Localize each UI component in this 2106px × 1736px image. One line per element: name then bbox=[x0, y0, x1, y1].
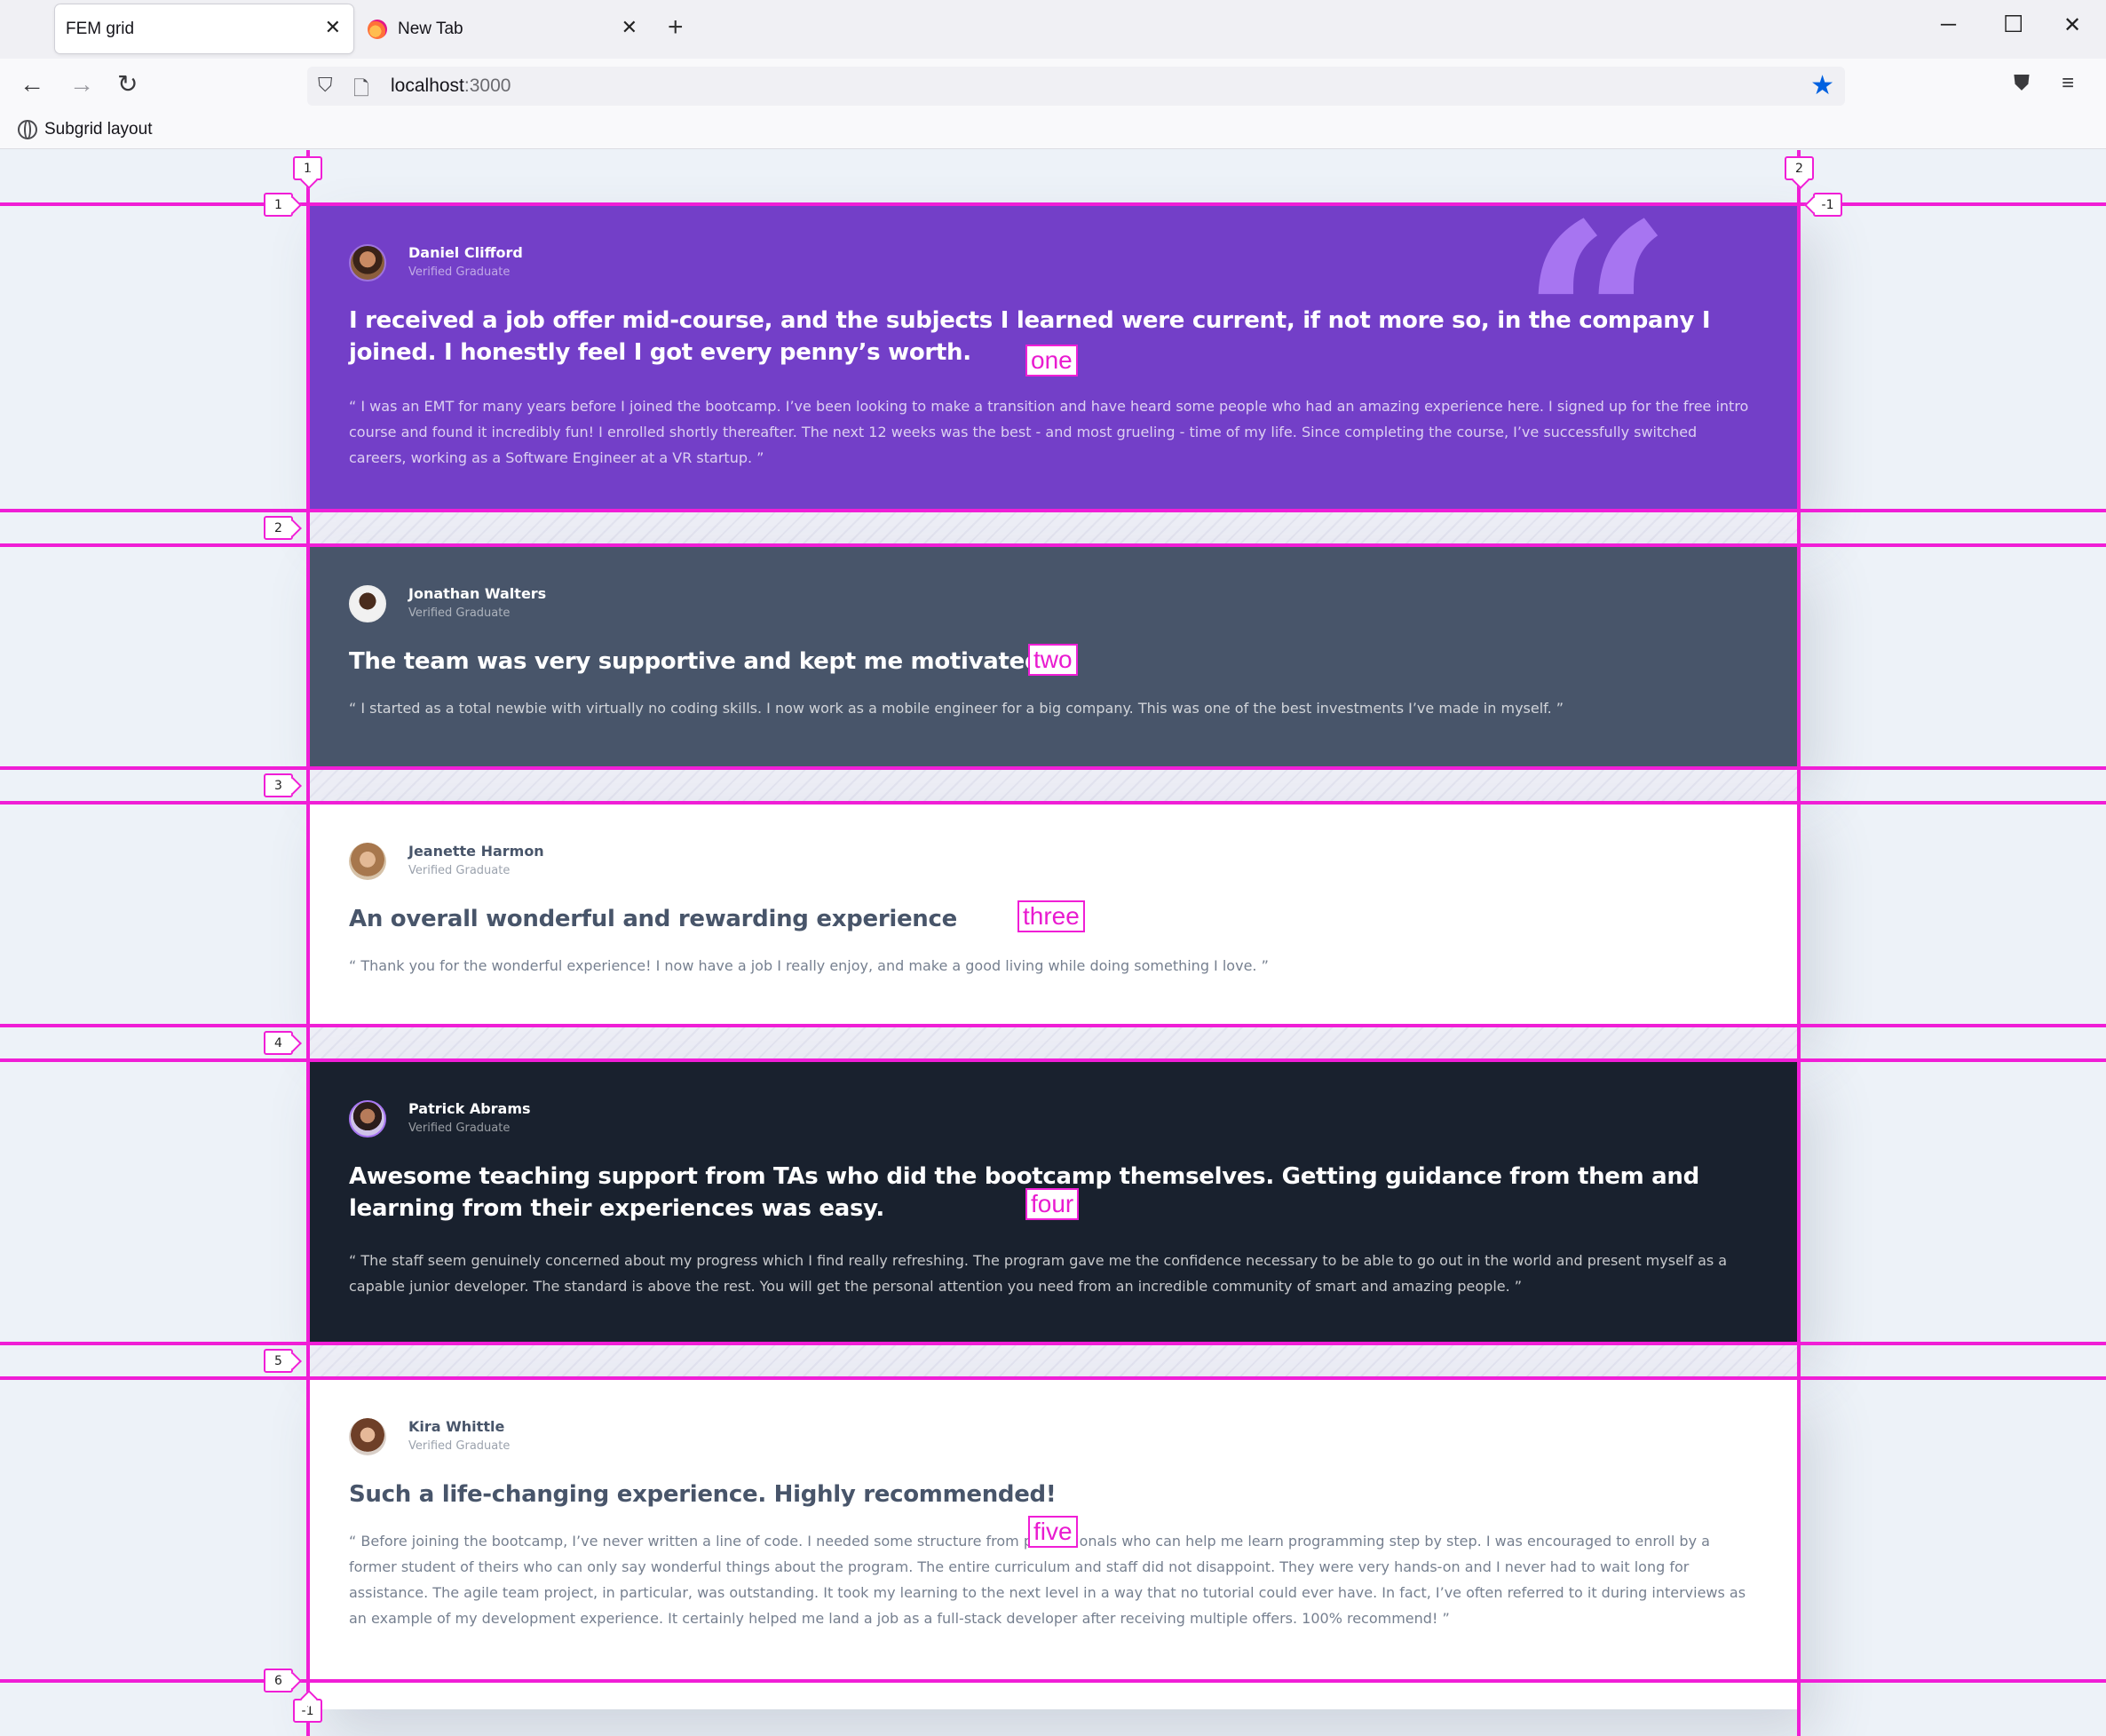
bookmarks-bar: Subgrid layout bbox=[0, 112, 2106, 149]
minimize-icon[interactable]: ─ bbox=[1941, 12, 1956, 37]
tab-bar: FEM grid ✕ New Tab ✕ + ─ ☐ ✕ bbox=[0, 0, 2106, 59]
page-info-icon[interactable]: 🗋 bbox=[353, 74, 369, 107]
author-name: Kira Whittle bbox=[408, 1418, 505, 1435]
author-name: Patrick Abrams bbox=[408, 1100, 531, 1117]
bookmark-star-icon[interactable]: ★ bbox=[1810, 70, 1834, 101]
firefox-icon bbox=[368, 19, 387, 39]
author-name: Jonathan Walters bbox=[408, 585, 547, 602]
grid-line-number: 1 bbox=[293, 156, 322, 180]
testimonial-quote: “ I started as a total newbie with virtu… bbox=[349, 700, 1564, 717]
grid-line-number: -1 bbox=[293, 1699, 322, 1723]
avatar bbox=[349, 843, 386, 880]
grid-row-line bbox=[0, 1376, 2106, 1380]
grid-line-number: -1 bbox=[1813, 193, 1842, 217]
avatar bbox=[349, 585, 386, 622]
author-role: Verified Graduate bbox=[408, 266, 511, 279]
new-tab-plus-icon[interactable]: + bbox=[668, 14, 684, 41]
grid-line-number: 5 bbox=[264, 1349, 293, 1373]
grid-row-line bbox=[0, 801, 2106, 805]
row-gap bbox=[308, 1344, 1799, 1378]
testimonial-quote: “ The staff seem genuinely concerned abo… bbox=[349, 1252, 1728, 1295]
maximize-icon[interactable]: ☐ bbox=[2003, 11, 2023, 38]
author-role: Verified Graduate bbox=[408, 1439, 511, 1453]
grid-row-line bbox=[0, 1058, 2106, 1062]
window-close-icon[interactable]: ✕ bbox=[2063, 12, 2081, 38]
forward-arrow-icon[interactable]: → bbox=[69, 71, 94, 98]
author-name: Jeanette Harmon bbox=[408, 843, 544, 860]
avatar bbox=[349, 1100, 386, 1138]
grid-line-number: 2 bbox=[1785, 156, 1814, 180]
row-gap bbox=[308, 768, 1799, 803]
testimonial-headline: Such a life-changing experience. Highly … bbox=[349, 1481, 1057, 1508]
bookmark-subgrid-layout[interactable]: Subgrid layout bbox=[18, 120, 152, 139]
author-role: Verified Graduate bbox=[408, 1122, 511, 1135]
bookmark-label: Subgrid layout bbox=[44, 120, 153, 139]
testimonial-quote: “ I was an EMT for many years before I j… bbox=[349, 398, 1749, 466]
navigation-bar: ← → ↻ ⛉ 🗋 localhost:3000 ★ ⛊ ≡ bbox=[0, 59, 2106, 112]
row-gap bbox=[308, 511, 1799, 545]
grid-row-line bbox=[0, 509, 2106, 512]
author-name: Daniel Clifford bbox=[408, 244, 523, 261]
avatar bbox=[349, 1418, 386, 1455]
grid-column-line bbox=[306, 150, 310, 1736]
pocket-icon[interactable]: ⛊ bbox=[2014, 71, 2030, 96]
url-text[interactable]: localhost:3000 bbox=[391, 75, 511, 97]
tab-new-tab[interactable]: New Tab ✕ bbox=[357, 4, 650, 53]
grid-area-label: five bbox=[1028, 1516, 1078, 1548]
shield-icon[interactable]: ⛉ bbox=[318, 74, 333, 97]
grid-row-line bbox=[0, 1679, 2106, 1683]
row-gap bbox=[308, 1026, 1799, 1060]
menu-icon[interactable]: ≡ bbox=[2062, 71, 2074, 96]
tab-label: FEM grid bbox=[66, 19, 135, 38]
grid-row-line bbox=[0, 766, 2106, 770]
grid-line-number: 2 bbox=[264, 516, 293, 540]
url-host: localhost bbox=[391, 75, 464, 96]
back-arrow-icon[interactable]: ← bbox=[20, 71, 44, 98]
grid-row-line bbox=[0, 1024, 2106, 1027]
globe-icon bbox=[18, 120, 37, 139]
testimonial-quote: “ Thank you for the wonderful experience… bbox=[349, 957, 1269, 974]
grid-line-number: 1 bbox=[264, 193, 293, 217]
grid-row-line bbox=[0, 543, 2106, 547]
grid-column-line bbox=[1797, 150, 1801, 1736]
grid-line-number: 4 bbox=[264, 1031, 293, 1055]
page-viewport: “ Daniel Clifford Verified Graduate I re… bbox=[0, 150, 2106, 1736]
grid-line-number: 6 bbox=[264, 1669, 293, 1692]
grid-area-label: one bbox=[1025, 345, 1078, 377]
close-tab-icon[interactable]: ✕ bbox=[622, 16, 637, 39]
grid-row-line bbox=[0, 202, 2106, 206]
author-role: Verified Graduate bbox=[408, 606, 511, 620]
grid-area-label: three bbox=[1017, 900, 1085, 932]
grid-area-label: two bbox=[1028, 644, 1078, 676]
url-port: :3000 bbox=[463, 75, 511, 96]
reload-icon[interactable]: ↻ bbox=[117, 71, 138, 98]
grid-line-number: 3 bbox=[264, 773, 293, 797]
tab-label: New Tab bbox=[398, 19, 463, 38]
author-role: Verified Graduate bbox=[408, 864, 511, 877]
avatar bbox=[349, 244, 386, 281]
grid-area-label: four bbox=[1025, 1188, 1080, 1220]
url-bar[interactable]: ⛉ 🗋 localhost:3000 ★ bbox=[307, 67, 1845, 106]
grid-row-line bbox=[0, 1342, 2106, 1345]
close-tab-icon[interactable]: ✕ bbox=[325, 16, 341, 39]
tab-fem-grid[interactable]: FEM grid ✕ bbox=[55, 4, 353, 53]
